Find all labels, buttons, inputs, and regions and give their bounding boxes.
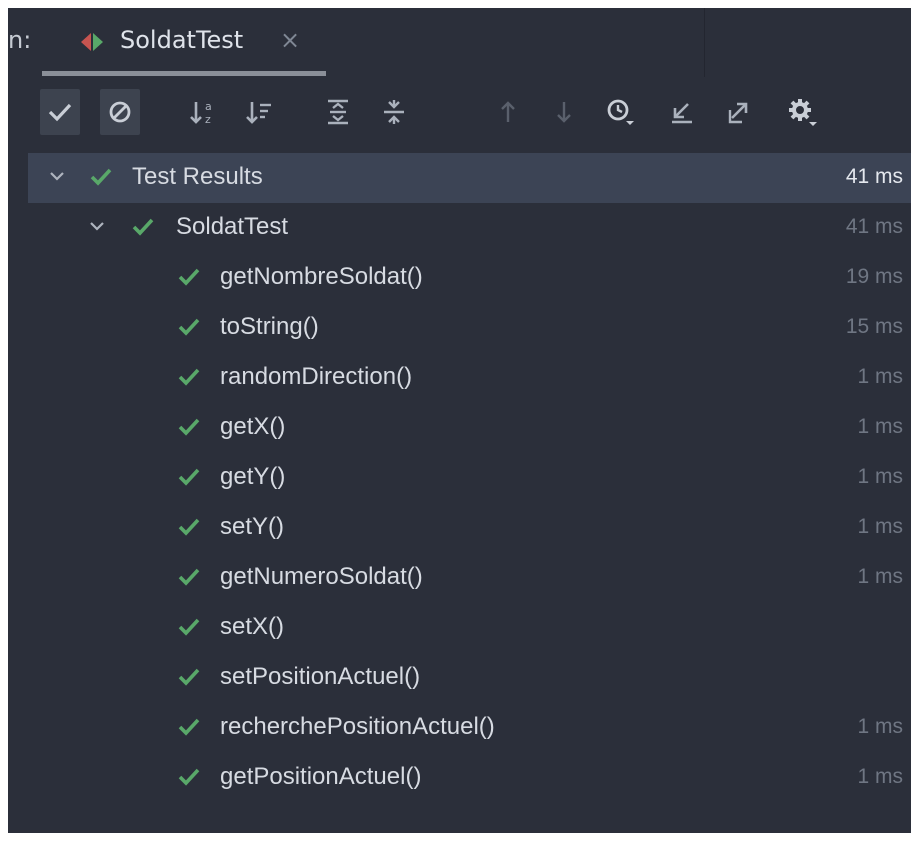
export-icon[interactable] [720,89,760,135]
arrow-up-icon[interactable] [488,89,528,135]
test-case-row[interactable]: recherchePositionActuel() 1 ms [8,703,911,753]
active-tab-indicator [42,71,326,76]
duration-label: 19 ms [845,265,903,288]
tab-bar: n: SoldatTest × [8,8,911,78]
svg-text:z: z [205,113,211,126]
test-case-row[interactable]: setPositionActuel() [8,653,911,703]
passed-check-icon [178,418,200,436]
test-case-label: setPositionActuel() [220,663,421,690]
duration-label: 1 ms [857,365,903,388]
chevron-down-icon[interactable] [86,215,108,237]
passed-check-icon [178,268,200,286]
duration-label: 41 ms [845,215,903,238]
history-icon[interactable] [600,89,640,135]
tree-row-label: SoldatTest [176,213,289,240]
passed-check-icon [178,718,200,736]
passed-check-icon [178,768,200,786]
tab-soldattest[interactable]: SoldatTest × [42,8,328,77]
duration-label: 1 ms [857,515,903,538]
test-case-row[interactable]: getNumeroSoldat() 1 ms [8,553,911,603]
svg-text:a: a [205,100,212,113]
duration-label: 15 ms [845,315,903,338]
passed-check-icon [178,618,200,636]
test-case-label: getY() [220,463,286,490]
tree-row-label: Test Results [132,163,263,190]
test-case-row[interactable]: randomDirection() 1 ms [8,353,911,403]
test-toolbar: az [8,77,911,153]
tree-row-test-results[interactable]: Test Results 41 ms [28,153,911,203]
test-run-icon [80,31,104,53]
tab-divider [704,8,705,77]
test-case-row[interactable]: getY() 1 ms [8,453,911,503]
test-case-row[interactable]: setY() 1 ms [8,503,911,553]
duration-label: 1 ms [857,415,903,438]
test-case-label: randomDirection() [220,363,413,390]
passed-check-icon [178,568,200,586]
settings-icon[interactable] [782,89,822,135]
duration-label: 1 ms [857,715,903,738]
test-case-label: toString() [220,313,319,340]
test-runner-panel: n: SoldatTest × az Test Results 41 ms So… [8,8,911,833]
collapse-all-icon[interactable] [374,89,414,135]
passed-check-icon [178,668,200,686]
run-label: n: [8,26,32,54]
check-icon[interactable] [40,89,80,135]
test-case-row[interactable]: setX() [8,603,911,653]
duration-label: 1 ms [857,765,903,788]
test-case-label: setY() [220,513,285,540]
duration-label: 1 ms [857,565,903,588]
test-case-label: recherchePositionActuel() [220,713,495,740]
passed-check-icon [178,318,200,336]
sort-by-duration-icon[interactable] [240,89,280,135]
test-case-row[interactable]: getNombreSoldat() 19 ms [8,253,911,303]
test-case-label: getNombreSoldat() [220,263,423,290]
chevron-down-icon[interactable] [46,165,68,187]
duration-label: 1 ms [857,465,903,488]
test-case-label: getPositionActuel() [220,763,422,790]
ignored-icon[interactable] [100,89,140,135]
tree-row-soldattest[interactable]: SoldatTest 41 ms [8,203,911,253]
passed-check-icon [90,168,112,186]
close-icon[interactable]: × [280,26,300,54]
test-case-row[interactable]: getPositionActuel() 1 ms [8,753,911,803]
passed-check-icon [178,468,200,486]
passed-check-icon [178,368,200,386]
expand-all-icon[interactable] [318,89,358,135]
duration-label: 41 ms [845,165,903,188]
test-case-label: getX() [220,413,286,440]
sort-alphabetical-icon[interactable]: az [184,89,224,135]
passed-check-icon [178,518,200,536]
passed-check-icon [132,218,154,236]
import-icon[interactable] [662,89,702,135]
test-case-row[interactable]: toString() 15 ms [8,303,911,353]
test-case-label: setX() [220,613,285,640]
tab-title: SoldatTest [120,26,244,54]
test-case-label: getNumeroSoldat() [220,563,423,590]
test-case-row[interactable]: getX() 1 ms [8,403,911,453]
arrow-down-icon[interactable] [544,89,584,135]
